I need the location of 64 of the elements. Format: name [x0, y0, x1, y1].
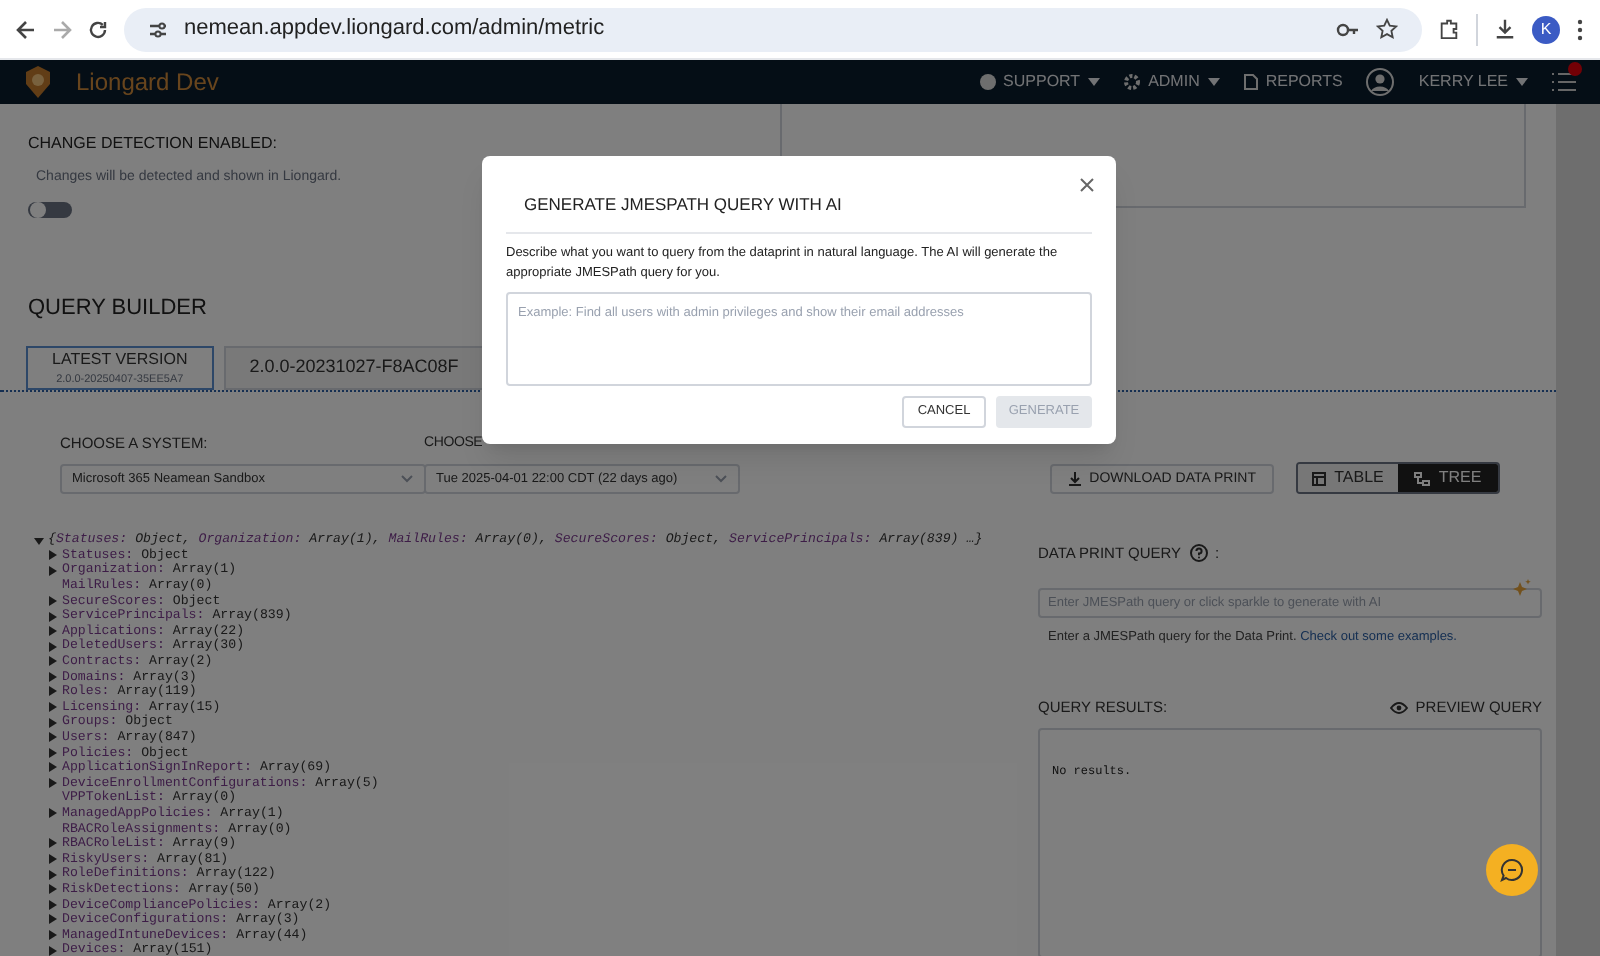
star-icon[interactable]: [1376, 18, 1398, 40]
chevron-icon: [400, 474, 414, 485]
close-icon: [1080, 177, 1094, 191]
expand-arrow-icon[interactable]: [48, 686, 58, 697]
chat-icon: [1500, 858, 1524, 882]
expand-arrow-icon[interactable]: [48, 778, 58, 789]
caret-icon: [1516, 78, 1528, 86]
caret-icon: [1088, 78, 1101, 86]
eye-icon: [1389, 701, 1408, 714]
expand-arrow-icon[interactable]: [48, 838, 58, 849]
expand-arrow-icon[interactable]: [48, 671, 58, 682]
expand-arrow-icon[interactable]: [48, 717, 58, 728]
avatar-icon[interactable]: [1366, 68, 1395, 96]
caret-icon: [1207, 78, 1220, 86]
reload-icon[interactable]: [88, 19, 108, 39]
expand-arrow-icon[interactable]: [48, 945, 58, 956]
user-menu[interactable]: KERRY LEE: [1418, 70, 1528, 94]
expand-arrow-icon[interactable]: [48, 929, 58, 940]
nav-link[interactable]: ADMIN: [1124, 70, 1220, 94]
expand-arrow-icon[interactable]: [48, 899, 58, 910]
key-icon[interactable]: [1336, 19, 1360, 39]
download-icon: [1067, 472, 1082, 487]
list-icon[interactable]: [1552, 72, 1576, 92]
view-toggle-option[interactable]: TABLE: [1298, 464, 1398, 493]
tree-icon: [1414, 471, 1431, 486]
expand-arrow-icon[interactable]: [48, 656, 58, 667]
expand-arrow-icon[interactable]: [48, 747, 58, 758]
expand-arrow-icon[interactable]: [48, 869, 58, 880]
expand-arrow-icon[interactable]: [48, 702, 58, 713]
expand-arrow-icon[interactable]: [48, 550, 58, 561]
view-toggle-option[interactable]: TREE: [1398, 464, 1498, 493]
more-icon[interactable]: [1576, 17, 1584, 41]
expand-arrow-icon[interactable]: [48, 626, 58, 637]
expand-arrow-icon[interactable]: [48, 595, 58, 606]
profile-avatar[interactable]: K: [1532, 15, 1560, 43]
close-button[interactable]: [1080, 176, 1096, 192]
modal-title: GENERATE JMESPATH QUERY WITH AI: [522, 192, 844, 218]
expand-arrow-icon[interactable]: [48, 914, 58, 925]
expand-arrow-icon[interactable]: [48, 762, 58, 773]
expand-arrow-icon[interactable]: [48, 611, 58, 622]
chevron-icon: [714, 474, 728, 485]
nav-link[interactable]: REPORTS: [1243, 70, 1343, 94]
download-icon[interactable]: [1494, 18, 1516, 40]
document-icon: [1243, 74, 1258, 90]
section-title: QUERY BUILDER: [28, 296, 207, 320]
toggle-switch[interactable]: [28, 201, 72, 217]
url-text: nemean.appdev.liongard.com/admin/metric: [184, 14, 607, 45]
nav-link[interactable]: SUPPORT: [979, 70, 1101, 94]
extensions-icon[interactable]: [1438, 18, 1460, 40]
expand-arrow-icon[interactable]: [48, 854, 58, 865]
expand-arrow-icon[interactable]: [48, 641, 58, 652]
expand-arrow-icon[interactable]: [48, 565, 58, 576]
version-tab[interactable]: 2.0.0-20231027-F8AC08F: [223, 346, 485, 390]
address-bar[interactable]: nemean.appdev.liongard.com/admin/metric: [124, 7, 1422, 51]
expand-arrow-icon[interactable]: [34, 535, 44, 546]
site-settings-icon[interactable]: [148, 19, 168, 39]
expand-arrow-icon[interactable]: [48, 884, 58, 895]
expand-arrow-icon[interactable]: [48, 808, 58, 819]
table-icon: [1312, 471, 1327, 486]
gear-icon: [1124, 74, 1141, 90]
brand-name: Liongard Dev: [76, 66, 219, 100]
back-icon[interactable]: [16, 19, 36, 39]
expand-arrow-icon[interactable]: [48, 732, 58, 743]
section-label: CHANGE DETECTION ENABLED:: [28, 132, 279, 156]
